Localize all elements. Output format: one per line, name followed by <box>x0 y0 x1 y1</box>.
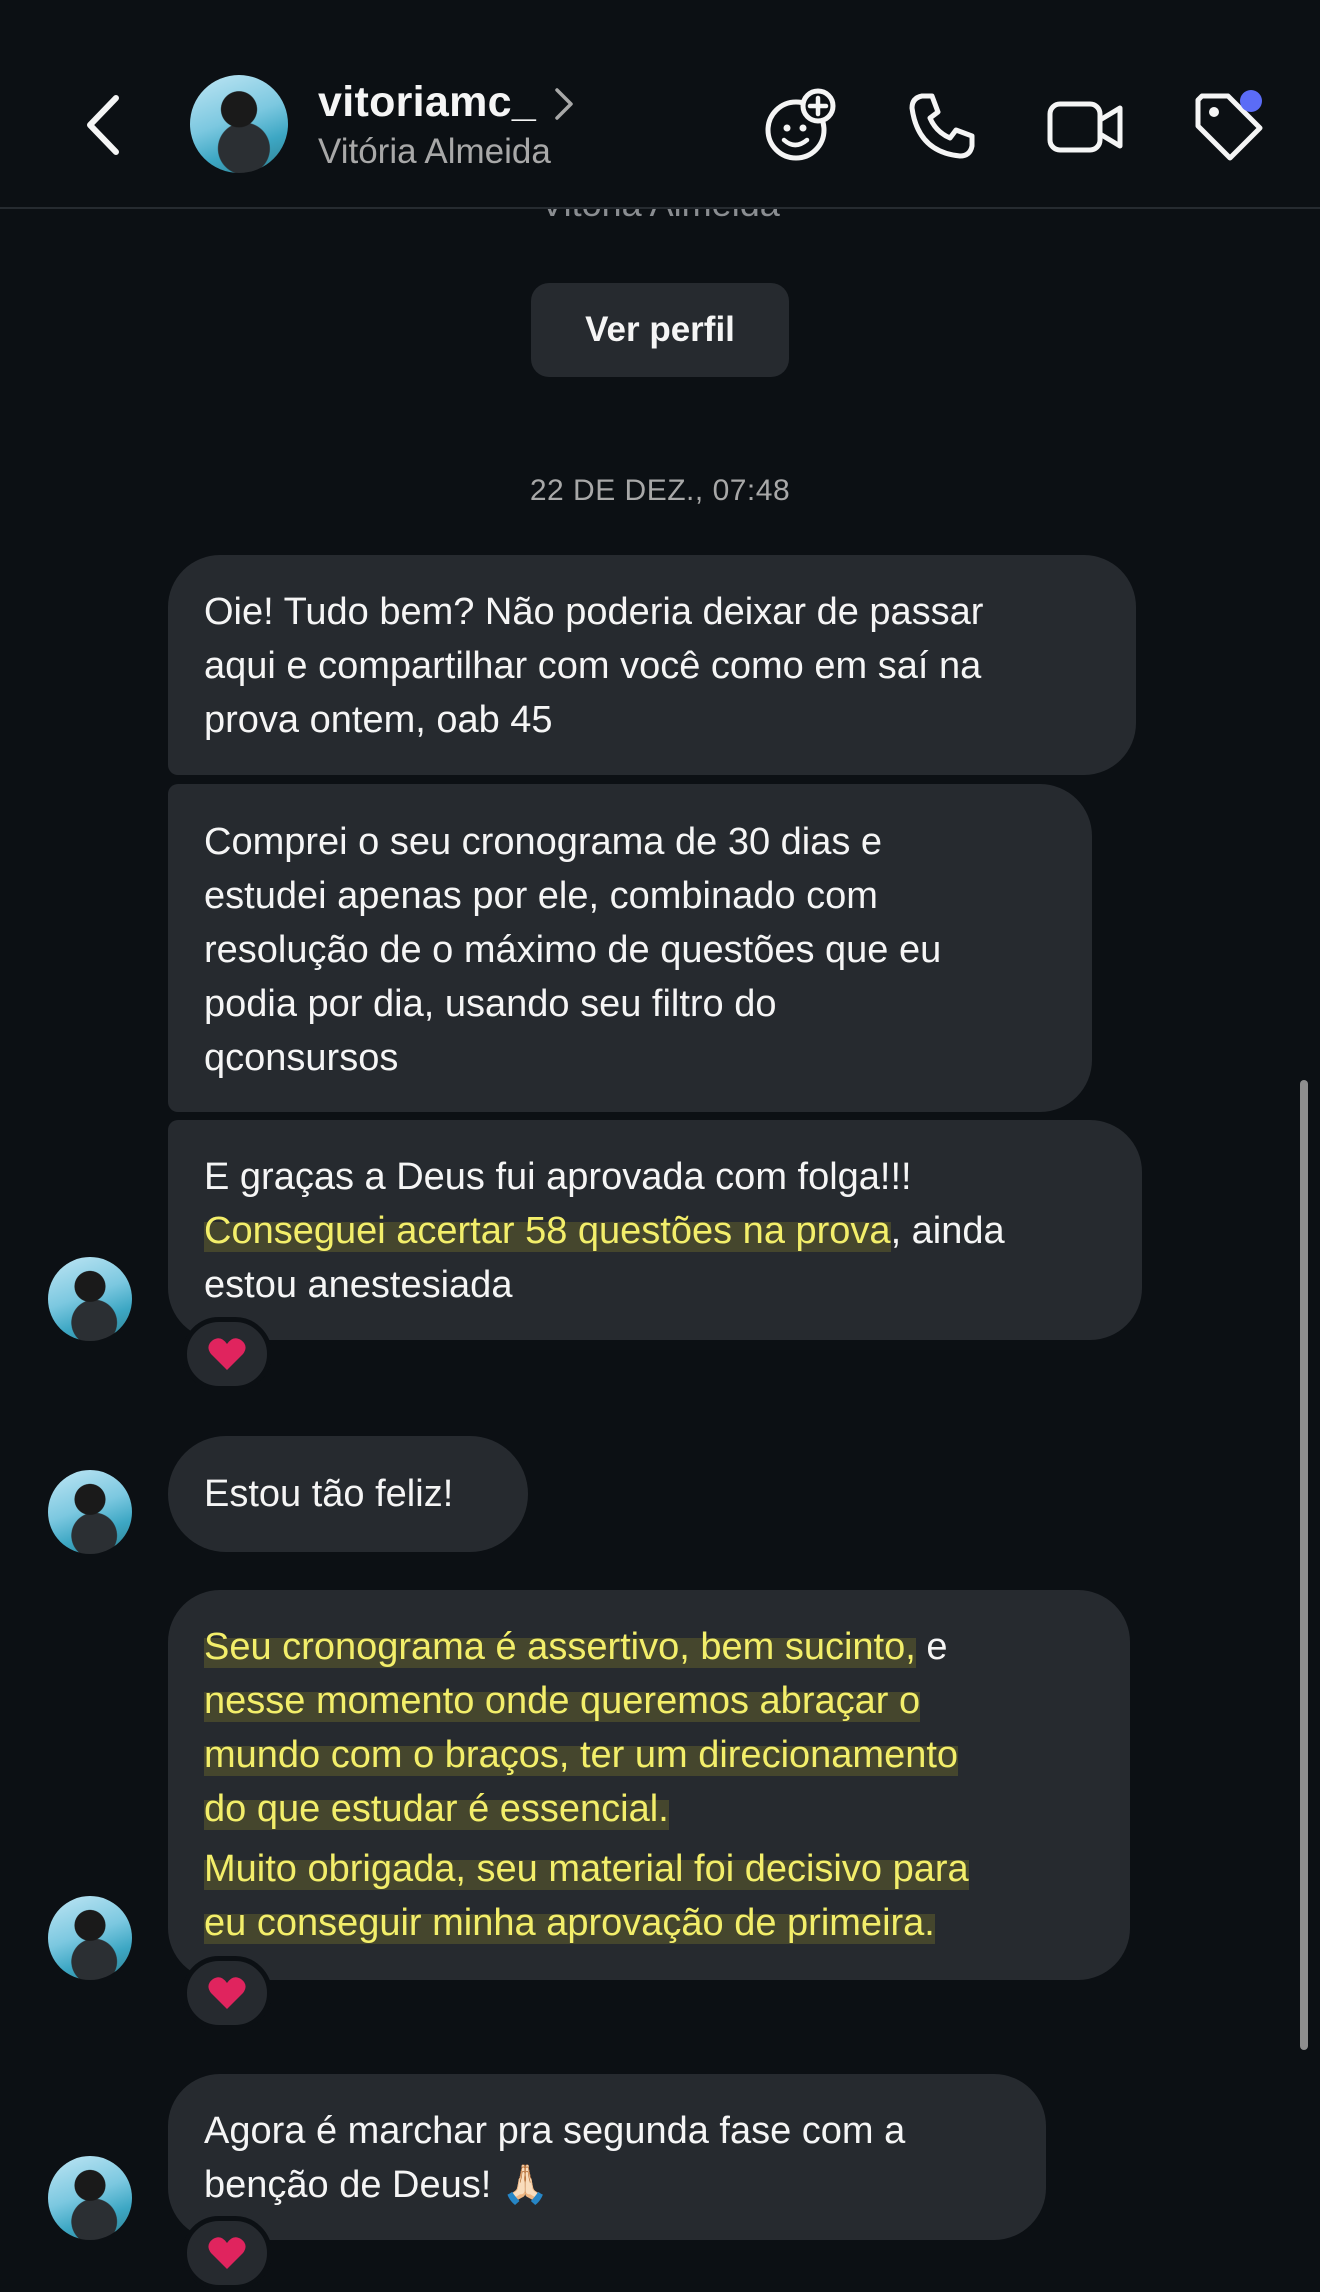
sticker-button[interactable] <box>760 86 840 166</box>
reaction-badge[interactable] <box>182 1317 272 1391</box>
message-line: estou anestesiada <box>204 1264 513 1306</box>
message-line: do que estudar é essencial. <box>204 1782 1094 1836</box>
notification-dot <box>1240 90 1262 112</box>
message-line: resolução de o máximo de questões que eu <box>204 929 942 971</box>
message-line: Agora é marchar pra segunda fase com a <box>204 2110 906 2152</box>
full-name: Vitória Almeida <box>318 132 551 171</box>
message-line: estudei apenas por ele, combinado com <box>204 875 878 917</box>
message-text: Estou tão feliz! <box>204 1473 454 1515</box>
message-line: Conseguei acertar 58 questões na prova, … <box>204 1204 1106 1258</box>
heart-icon <box>208 1977 246 2009</box>
highlighted-text: Conseguei acertar 58 questões na prova <box>204 1210 891 1252</box>
call-button[interactable] <box>902 86 982 166</box>
sender-avatar[interactable] <box>48 1896 132 1980</box>
message-bubble[interactable]: Comprei o seu cronograma de 30 dias e es… <box>168 784 1092 1112</box>
reaction-badge[interactable] <box>182 2216 272 2290</box>
back-button[interactable] <box>80 90 130 160</box>
heart-icon <box>208 2237 246 2269</box>
message-line: aqui e compartilhar com você como em saí… <box>204 645 982 687</box>
message-bubble[interactable]: Oie! Tudo bem? Não poderia deixar de pas… <box>168 555 1136 775</box>
view-profile-button[interactable]: Ver perfil <box>531 283 789 377</box>
highlighted-text: eu conseguir minha aprovação de primeira… <box>204 1902 935 1944</box>
message-line: E graças a Deus fui aprovada com folga!!… <box>204 1156 912 1198</box>
message-timestamp: 22 DE DEZ., 07:48 <box>529 474 791 507</box>
reaction-badge[interactable] <box>182 1956 272 2030</box>
message-line: nesse momento onde queremos abraçar o <box>204 1674 1094 1728</box>
highlighted-text: Muito obrigada, seu material foi decisiv… <box>204 1848 969 1890</box>
message-line: Seu cronograma é assertivo, bem sucinto,… <box>204 1620 1094 1674</box>
sender-avatar[interactable] <box>48 1257 132 1341</box>
message-line: qconsursos <box>204 1037 399 1079</box>
highlighted-text: mundo com o braços, ter um direcionament… <box>204 1734 959 1776</box>
message-line: Oie! Tudo bem? Não poderia deixar de pas… <box>204 591 984 633</box>
message-line: Comprei o seu cronograma de 30 dias e <box>204 821 883 863</box>
scrollbar[interactable] <box>1300 1080 1308 2050</box>
sender-avatar[interactable] <box>48 1470 132 1554</box>
highlighted-text: Seu cronograma é assertivo, bem sucinto, <box>204 1626 916 1668</box>
message-text: , ainda <box>890 1210 1005 1252</box>
chevron-right-icon[interactable] <box>552 86 576 122</box>
message-bubble[interactable]: Agora é marchar pra segunda fase com a b… <box>168 2074 1046 2240</box>
message-line: podia por dia, usando seu filtro do <box>204 983 777 1025</box>
message-bubble[interactable]: Seu cronograma é assertivo, bem sucinto,… <box>168 1590 1130 1980</box>
chat-header: vitoriamc_ Vitória Almeida <box>0 0 1320 209</box>
message-text: e <box>915 1626 948 1668</box>
message-bubble[interactable]: E graças a Deus fui aprovada com folga!!… <box>168 1120 1142 1340</box>
message-line: Muito obrigada, seu material foi decisiv… <box>204 1842 1094 1896</box>
highlighted-text: nesse momento onde queremos abraçar o <box>204 1680 921 1722</box>
sender-avatar[interactable] <box>48 2156 132 2240</box>
heart-icon <box>208 1338 246 1370</box>
video-camera-icon <box>1047 101 1123 153</box>
message-line: mundo com o braços, ter um direcionament… <box>204 1728 1094 1782</box>
chevron-left-icon <box>87 95 119 155</box>
video-call-button[interactable] <box>1046 86 1126 166</box>
message-line: benção de Deus! 🙏🏻 <box>204 2164 550 2206</box>
phone-icon <box>909 93 975 159</box>
highlighted-text: do que estudar é essencial. <box>204 1788 669 1830</box>
message-line: eu conseguir minha aprovação de primeira… <box>204 1896 1094 1950</box>
username[interactable]: vitoriamc_ <box>318 78 536 127</box>
avatar[interactable] <box>190 75 288 173</box>
message-line: prova ontem, oab 45 <box>204 699 553 741</box>
sticker-add-icon <box>765 88 836 161</box>
message-bubble[interactable]: Estou tão feliz! <box>168 1436 528 1552</box>
